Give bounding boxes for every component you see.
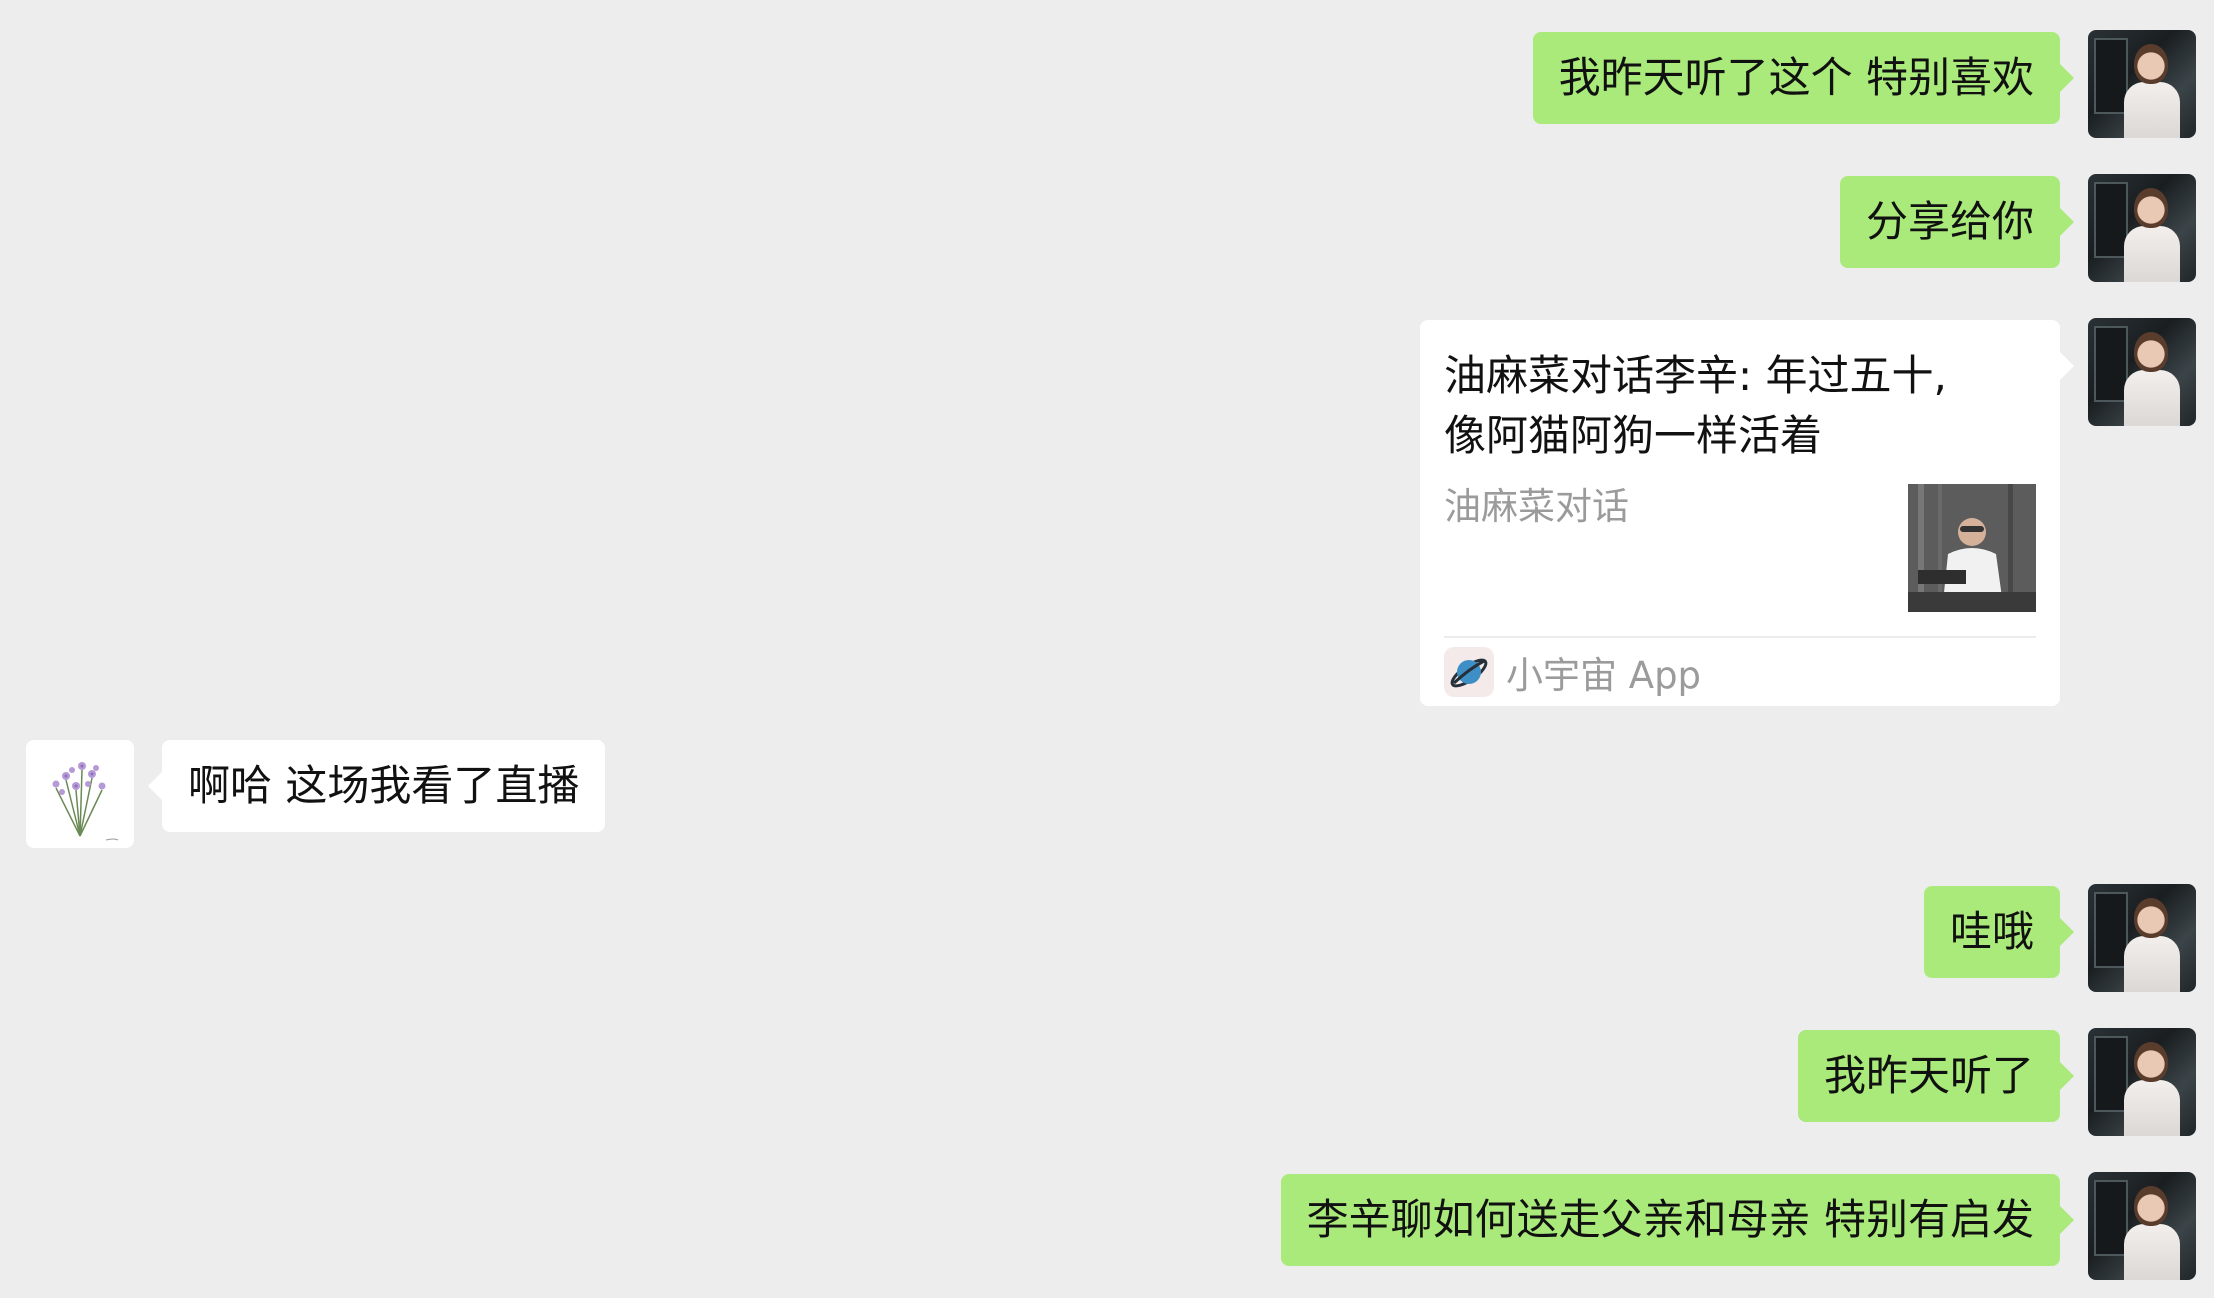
flower-bouquet-icon <box>52 762 119 841</box>
planet-icon <box>1444 647 1494 697</box>
message-outgoing: 哇哦 <box>0 884 2214 994</box>
my-avatar[interactable] <box>2088 884 2196 992</box>
card-title: 油麻菜对话李辛: 年过五十, 像阿猫阿狗一样活着 <box>1444 346 2044 466</box>
message-outgoing: 我昨天听了这个 特别喜欢 <box>0 30 2214 140</box>
podcast-thumbnail <box>1908 484 2036 612</box>
card-title-line: 油麻菜对话李辛: 年过五十, <box>1444 351 1947 400</box>
my-avatar[interactable] <box>2088 318 2196 426</box>
message-bubble[interactable]: 我昨天听了 <box>1797 1030 2075 1122</box>
message-outgoing: 我昨天听了 <box>0 1028 2214 1138</box>
message-outgoing: 分享给你 <box>0 174 2214 284</box>
card-source: 油麻菜对话 <box>1444 485 1629 528</box>
card-title-line: 像阿猫阿狗一样活着 <box>1444 411 1823 460</box>
chat-history: 我昨天听了这个 特别喜欢 分享给你 油麻菜对话李辛: 年过五十, 像阿猫阿狗一样… <box>0 0 2214 1298</box>
app-name: 小宇宙 App <box>1506 654 1702 697</box>
message-bubble[interactable]: 我昨天听了这个 特别喜欢 <box>1532 32 2075 124</box>
message-bubble[interactable]: 啊哈 这场我看了直播 <box>147 740 606 832</box>
contact-avatar[interactable] <box>26 740 134 848</box>
my-avatar[interactable] <box>2088 174 2196 282</box>
my-avatar[interactable] <box>2088 30 2196 138</box>
card-footer: 小宇宙 App <box>1444 642 1701 702</box>
message-outgoing: 李辛聊如何送走父亲和母亲 特别有启发 <box>0 1172 2214 1282</box>
shared-link-card[interactable]: 油麻菜对话李辛: 年过五十, 像阿猫阿狗一样活着 油麻菜对话 小宇宙 App <box>1420 320 2074 706</box>
message-bubble[interactable]: 分享给你 <box>1839 176 2075 268</box>
message-bubble[interactable]: 李辛聊如何送走父亲和母亲 特别有启发 <box>1280 1174 2075 1266</box>
message-bubble[interactable]: 哇哦 <box>1923 886 2075 978</box>
my-avatar[interactable] <box>2088 1028 2196 1136</box>
card-divider <box>1444 636 2036 638</box>
my-avatar[interactable] <box>2088 1172 2196 1280</box>
